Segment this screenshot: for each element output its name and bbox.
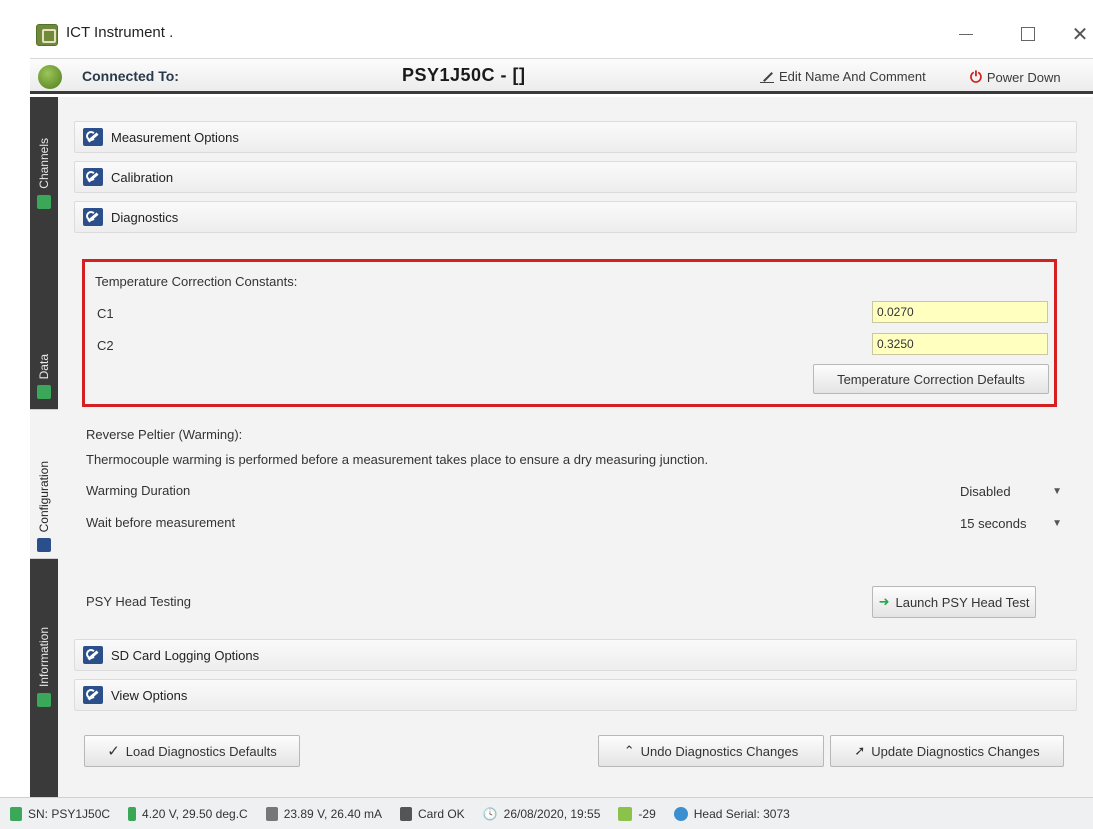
- temperature-correction-group: Temperature Correction Constants: C1 C2 …: [82, 259, 1057, 407]
- status-power: 23.89 V, 26.40 mA: [265, 806, 382, 821]
- battery-icon: [128, 806, 137, 821]
- launch-psy-head-test-label: Launch PSY Head Test: [895, 594, 1030, 610]
- chevron-down-icon: ▼: [1052, 517, 1062, 529]
- connected-label: Connected To:: [82, 68, 179, 84]
- edit-name-label: Edit Name And Comment: [779, 69, 926, 84]
- connection-toolbar: Connected To: PSY1J50C - [] Edit Name An…: [30, 58, 1093, 94]
- section-measurement-options[interactable]: Measurement Options: [74, 121, 1077, 153]
- section-view-options[interactable]: View Options: [74, 679, 1077, 711]
- power-text: 23.89 V, 26.40 mA: [283, 806, 382, 821]
- power-icon: ⏻: [970, 69, 982, 86]
- status-serial-number: SN: PSY1J50C: [10, 806, 111, 821]
- wait-before-measurement-label: Wait before measurement: [86, 515, 236, 530]
- update-diagnostics-changes-label: Update Diagnostics Changes: [871, 743, 1040, 759]
- wrench-icon: [83, 208, 103, 226]
- undo-diagnostics-changes-button[interactable]: ⌃ Undo Diagnostics Changes: [598, 735, 824, 767]
- section-measurement-label: Measurement Options: [111, 129, 239, 145]
- arrow-right-icon: ➜: [878, 594, 890, 609]
- reverse-peltier-title: Reverse Peltier (Warming):: [86, 427, 243, 442]
- chevron-down-icon: ▼: [1052, 485, 1062, 497]
- c2-label: C2: [97, 338, 114, 353]
- app-icon: [36, 24, 58, 46]
- window-title: ICT Instrument .: [66, 24, 174, 41]
- status-bar: SN: PSY1J50C 4.20 V, 29.50 deg.C 23.89 V…: [0, 797, 1093, 829]
- section-sd-card-label: SD Card Logging Options: [111, 647, 260, 663]
- configuration-icon: [37, 538, 51, 552]
- load-diagnostics-defaults-label: Load Diagnostics Defaults: [125, 743, 277, 759]
- section-diagnostics-label: Diagnostics: [111, 209, 179, 225]
- tab-channels[interactable]: Channels: [30, 117, 58, 215]
- sd-card-icon: [400, 806, 412, 821]
- sidebar: Channels Data Configuration Information: [30, 97, 58, 797]
- c2-input[interactable]: [872, 333, 1048, 355]
- edit-name-button[interactable]: Edit Name And Comment: [760, 69, 926, 84]
- update-diagnostics-changes-button[interactable]: ➚ Update Diagnostics Changes: [830, 735, 1064, 767]
- status-signal: -29: [618, 806, 656, 821]
- c1-input[interactable]: [872, 301, 1048, 323]
- warming-duration-value: Disabled: [960, 483, 1011, 499]
- status-datetime: 🕓 26/08/2020, 19:55: [483, 807, 601, 821]
- serial-number-text: SN: PSY1J50C: [28, 806, 111, 821]
- warming-duration-label: Warming Duration: [86, 483, 191, 498]
- undo-icon: ⌃: [623, 743, 635, 758]
- configuration-panel: Measurement Options Calibration Diagnost…: [58, 97, 1093, 797]
- section-diagnostics[interactable]: Diagnostics: [74, 201, 1077, 233]
- reverse-peltier-description: Thermocouple warming is performed before…: [86, 452, 709, 467]
- pin-icon: ➚: [854, 743, 866, 758]
- wait-before-measurement-select[interactable]: 15 seconds ▼: [956, 511, 1066, 535]
- signal-icon: [618, 806, 633, 821]
- minimize-icon: [959, 33, 973, 35]
- minimize-button[interactable]: [946, 16, 986, 52]
- card-text: Card OK: [418, 806, 465, 821]
- section-view-label: View Options: [111, 687, 188, 703]
- wrench-icon: [83, 686, 103, 704]
- temperature-correction-defaults-button[interactable]: Temperature Correction Defaults: [813, 364, 1049, 394]
- information-icon: [37, 693, 51, 707]
- power-supply-icon: [265, 806, 278, 821]
- c1-label: C1: [97, 306, 114, 321]
- tab-channels-label: Channels: [37, 138, 51, 189]
- checkmark-icon: ✓: [107, 743, 120, 760]
- wrench-icon: [83, 168, 103, 186]
- warming-duration-select[interactable]: Disabled ▼: [956, 479, 1066, 503]
- device-icon: [10, 806, 22, 821]
- status-battery: 4.20 V, 29.50 deg.C: [128, 806, 248, 821]
- section-calibration-label: Calibration: [111, 169, 174, 185]
- section-calibration[interactable]: Calibration: [74, 161, 1077, 193]
- tab-data-label: Data: [37, 353, 51, 379]
- pencil-icon: [760, 70, 774, 84]
- wrench-icon: [83, 646, 103, 664]
- status-card: Card OK: [400, 806, 465, 821]
- temperature-correction-title: Temperature Correction Constants:: [95, 274, 298, 289]
- maximize-button[interactable]: [1008, 16, 1048, 52]
- tab-configuration[interactable]: Configuration: [30, 409, 58, 559]
- maximize-icon: [1021, 27, 1035, 41]
- data-icon: [37, 385, 51, 399]
- connection-icon: [38, 65, 62, 89]
- tab-configuration-label: Configuration: [37, 460, 51, 532]
- wait-before-measurement-value: 15 seconds: [960, 515, 1027, 531]
- power-down-button[interactable]: ⏻ Power Down: [970, 69, 1061, 86]
- device-name: PSY1J50C - []: [402, 65, 526, 85]
- status-head-serial: Head Serial: 3073: [673, 806, 790, 821]
- channels-icon: [37, 195, 51, 209]
- psy-head-testing-label: PSY Head Testing: [86, 594, 192, 609]
- close-icon: ✕: [1071, 23, 1089, 46]
- tab-information-label: Information: [37, 626, 51, 687]
- datetime-text: 26/08/2020, 19:55: [503, 806, 601, 821]
- load-diagnostics-defaults-button[interactable]: ✓ Load Diagnostics Defaults: [84, 735, 300, 767]
- launch-psy-head-test-button[interactable]: ➜ Launch PSY Head Test: [872, 586, 1036, 618]
- battery-text: 4.20 V, 29.50 deg.C: [142, 806, 248, 821]
- undo-diagnostics-changes-label: Undo Diagnostics Changes: [640, 743, 799, 759]
- tab-data[interactable]: Data: [30, 321, 58, 405]
- head-icon: [673, 806, 688, 821]
- close-button[interactable]: ✕: [1060, 16, 1093, 52]
- clock-icon: 🕓: [482, 806, 498, 821]
- tab-information[interactable]: Information: [30, 587, 58, 713]
- signal-text: -29: [638, 806, 656, 821]
- wrench-icon: [83, 128, 103, 146]
- power-down-label: Power Down: [986, 70, 1061, 85]
- head-serial-text: Head Serial: 3073: [693, 806, 790, 821]
- section-sd-card-logging[interactable]: SD Card Logging Options: [74, 639, 1077, 671]
